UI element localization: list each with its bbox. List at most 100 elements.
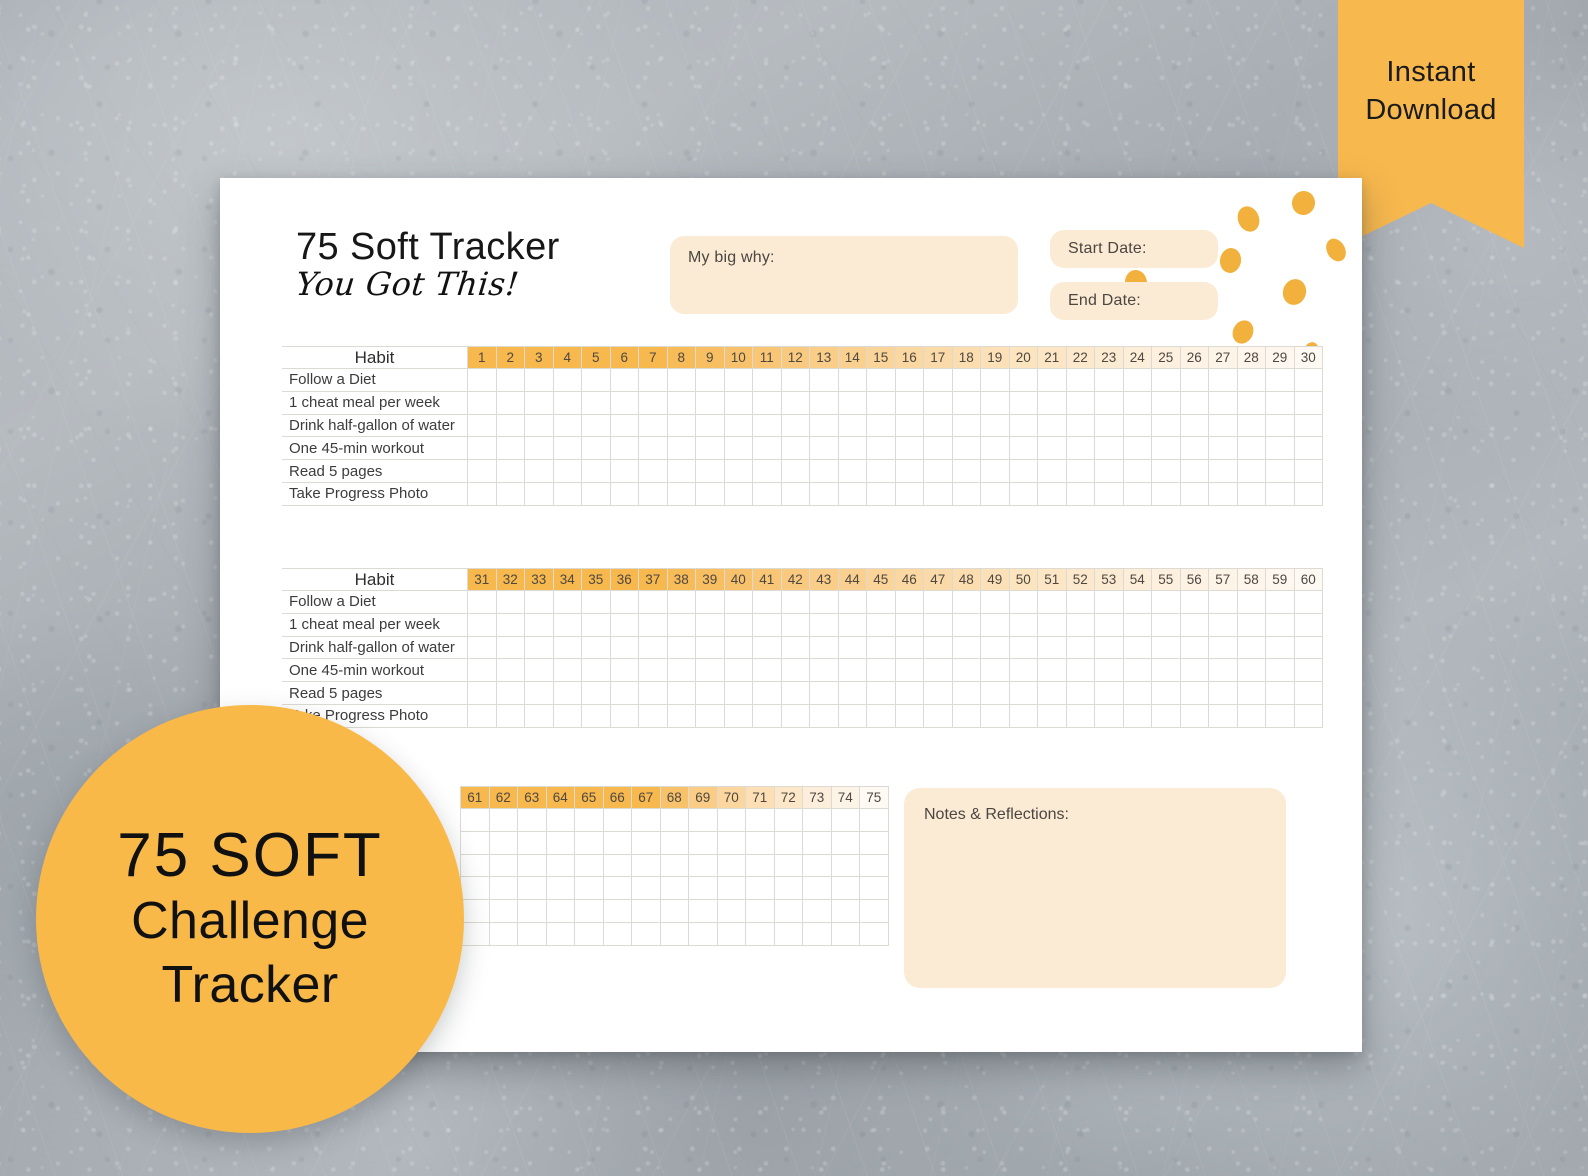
- habit-check-cell[interactable]: [923, 368, 953, 392]
- habit-check-cell[interactable]: [894, 459, 924, 483]
- habit-check-cell[interactable]: [1208, 703, 1238, 728]
- habit-check-cell[interactable]: [1265, 612, 1295, 637]
- habit-check-cell[interactable]: [631, 830, 661, 855]
- habit-check-cell[interactable]: [1122, 459, 1152, 483]
- habit-check-cell[interactable]: [609, 612, 639, 637]
- habit-check-cell[interactable]: [1008, 413, 1038, 438]
- habit-check-cell[interactable]: [1094, 459, 1124, 483]
- habit-check-cell[interactable]: [837, 436, 867, 461]
- habit-check-cell[interactable]: [467, 635, 497, 660]
- habit-check-cell[interactable]: [609, 635, 639, 660]
- habit-check-cell[interactable]: [524, 681, 554, 705]
- habit-check-cell[interactable]: [1265, 459, 1295, 483]
- habit-check-cell[interactable]: [723, 436, 753, 461]
- habit-check-cell[interactable]: [723, 658, 753, 683]
- habit-check-cell[interactable]: [866, 658, 896, 683]
- habit-check-cell[interactable]: [574, 830, 604, 855]
- habit-check-cell[interactable]: [581, 635, 611, 660]
- notes-and-reflections-field[interactable]: Notes & Reflections:: [904, 788, 1286, 988]
- habit-check-cell[interactable]: [780, 681, 810, 705]
- habit-check-cell[interactable]: [1208, 612, 1238, 637]
- habit-check-cell[interactable]: [809, 703, 839, 728]
- habit-check-cell[interactable]: [495, 459, 525, 483]
- habit-check-cell[interactable]: [552, 635, 582, 660]
- habit-check-cell[interactable]: [666, 368, 696, 392]
- habit-check-cell[interactable]: [638, 413, 668, 438]
- habit-check-cell[interactable]: [1008, 612, 1038, 637]
- habit-check-cell[interactable]: [638, 681, 668, 705]
- habit-check-cell[interactable]: [602, 899, 632, 923]
- habit-check-cell[interactable]: [1236, 590, 1266, 614]
- habit-check-cell[interactable]: [1151, 612, 1181, 637]
- habit-check-cell[interactable]: [894, 635, 924, 660]
- habit-check-cell[interactable]: [666, 590, 696, 614]
- habit-check-cell[interactable]: [659, 899, 689, 923]
- habit-check-cell[interactable]: [951, 459, 981, 483]
- habit-check-cell[interactable]: [1065, 436, 1095, 461]
- habit-check-cell[interactable]: [1208, 635, 1238, 660]
- habit-check-cell[interactable]: [1008, 481, 1038, 506]
- habit-check-cell[interactable]: [467, 612, 497, 637]
- habit-check-cell[interactable]: [866, 612, 896, 637]
- habit-check-cell[interactable]: [638, 481, 668, 506]
- habit-check-cell[interactable]: [859, 876, 889, 901]
- habit-check-cell[interactable]: [574, 921, 604, 946]
- habit-check-cell[interactable]: [545, 876, 575, 901]
- habit-check-cell[interactable]: [752, 459, 782, 483]
- habit-check-cell[interactable]: [809, 459, 839, 483]
- habit-check-cell[interactable]: [1008, 635, 1038, 660]
- habit-check-cell[interactable]: [802, 921, 832, 946]
- habit-check-cell[interactable]: [552, 612, 582, 637]
- habit-check-cell[interactable]: [695, 436, 725, 461]
- habit-check-cell[interactable]: [980, 481, 1010, 506]
- habit-check-cell[interactable]: [716, 853, 746, 878]
- habit-check-cell[interactable]: [631, 921, 661, 946]
- habit-check-cell[interactable]: [1208, 681, 1238, 705]
- habit-check-cell[interactable]: [1065, 590, 1095, 614]
- habit-check-cell[interactable]: [723, 390, 753, 415]
- habit-check-cell[interactable]: [837, 413, 867, 438]
- habit-check-cell[interactable]: [745, 853, 775, 878]
- habit-check-cell[interactable]: [809, 635, 839, 660]
- habit-check-cell[interactable]: [752, 413, 782, 438]
- habit-check-cell[interactable]: [866, 590, 896, 614]
- habit-check-cell[interactable]: [802, 808, 832, 832]
- habit-check-cell[interactable]: [1122, 681, 1152, 705]
- habit-check-cell[interactable]: [859, 853, 889, 878]
- habit-check-cell[interactable]: [495, 390, 525, 415]
- habit-check-cell[interactable]: [495, 413, 525, 438]
- habit-check-cell[interactable]: [695, 703, 725, 728]
- habit-check-cell[interactable]: [1037, 703, 1067, 728]
- habit-check-cell[interactable]: [1094, 658, 1124, 683]
- habit-check-cell[interactable]: [659, 808, 689, 832]
- habit-check-cell[interactable]: [723, 703, 753, 728]
- habit-check-cell[interactable]: [780, 436, 810, 461]
- habit-check-cell[interactable]: [695, 481, 725, 506]
- habit-check-cell[interactable]: [830, 899, 860, 923]
- habit-check-cell[interactable]: [745, 899, 775, 923]
- habit-check-cell[interactable]: [524, 436, 554, 461]
- habit-check-cell[interactable]: [837, 390, 867, 415]
- habit-check-cell[interactable]: [517, 899, 547, 923]
- habit-check-cell[interactable]: [495, 436, 525, 461]
- habit-check-cell[interactable]: [1265, 681, 1295, 705]
- habit-check-cell[interactable]: [609, 390, 639, 415]
- habit-check-cell[interactable]: [688, 921, 718, 946]
- habit-check-cell[interactable]: [524, 658, 554, 683]
- habit-check-cell[interactable]: [866, 481, 896, 506]
- habit-check-cell[interactable]: [809, 390, 839, 415]
- habit-check-cell[interactable]: [830, 853, 860, 878]
- habit-check-cell[interactable]: [1208, 658, 1238, 683]
- habit-check-cell[interactable]: [1037, 481, 1067, 506]
- habit-check-cell[interactable]: [1122, 436, 1152, 461]
- habit-check-cell[interactable]: [552, 390, 582, 415]
- habit-check-cell[interactable]: [666, 658, 696, 683]
- habit-check-cell[interactable]: [780, 390, 810, 415]
- habit-check-cell[interactable]: [460, 921, 490, 946]
- habit-check-cell[interactable]: [495, 481, 525, 506]
- habit-check-cell[interactable]: [923, 681, 953, 705]
- habit-check-cell[interactable]: [980, 635, 1010, 660]
- habit-table-days-61-75[interactable]: 61 62 63 64 65 66 67 68 69 70 71 72 73 74 75: [460, 786, 889, 946]
- habit-check-cell[interactable]: [830, 876, 860, 901]
- habit-check-cell[interactable]: [1236, 436, 1266, 461]
